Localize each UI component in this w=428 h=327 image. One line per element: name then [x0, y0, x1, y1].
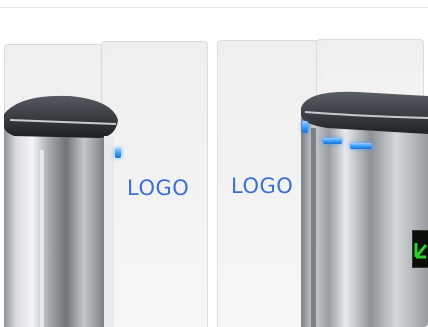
right-logo-text: LOGO — [231, 174, 294, 198]
direction-display — [412, 230, 428, 268]
green-arrow-icon — [414, 243, 428, 259]
left-indicator-light — [115, 148, 121, 158]
right-indicator-light-2 — [323, 138, 342, 144]
right-indicator-light-1 — [302, 121, 308, 133]
turnstile-photo: LOGO LOGO — [0, 0, 428, 327]
left-turnstile-post — [4, 95, 118, 327]
right-turnstile-post — [301, 91, 428, 327]
top-edge — [0, 7, 428, 8]
left-logo-text: LOGO — [127, 176, 190, 200]
right-indicator-light-3 — [350, 143, 372, 149]
